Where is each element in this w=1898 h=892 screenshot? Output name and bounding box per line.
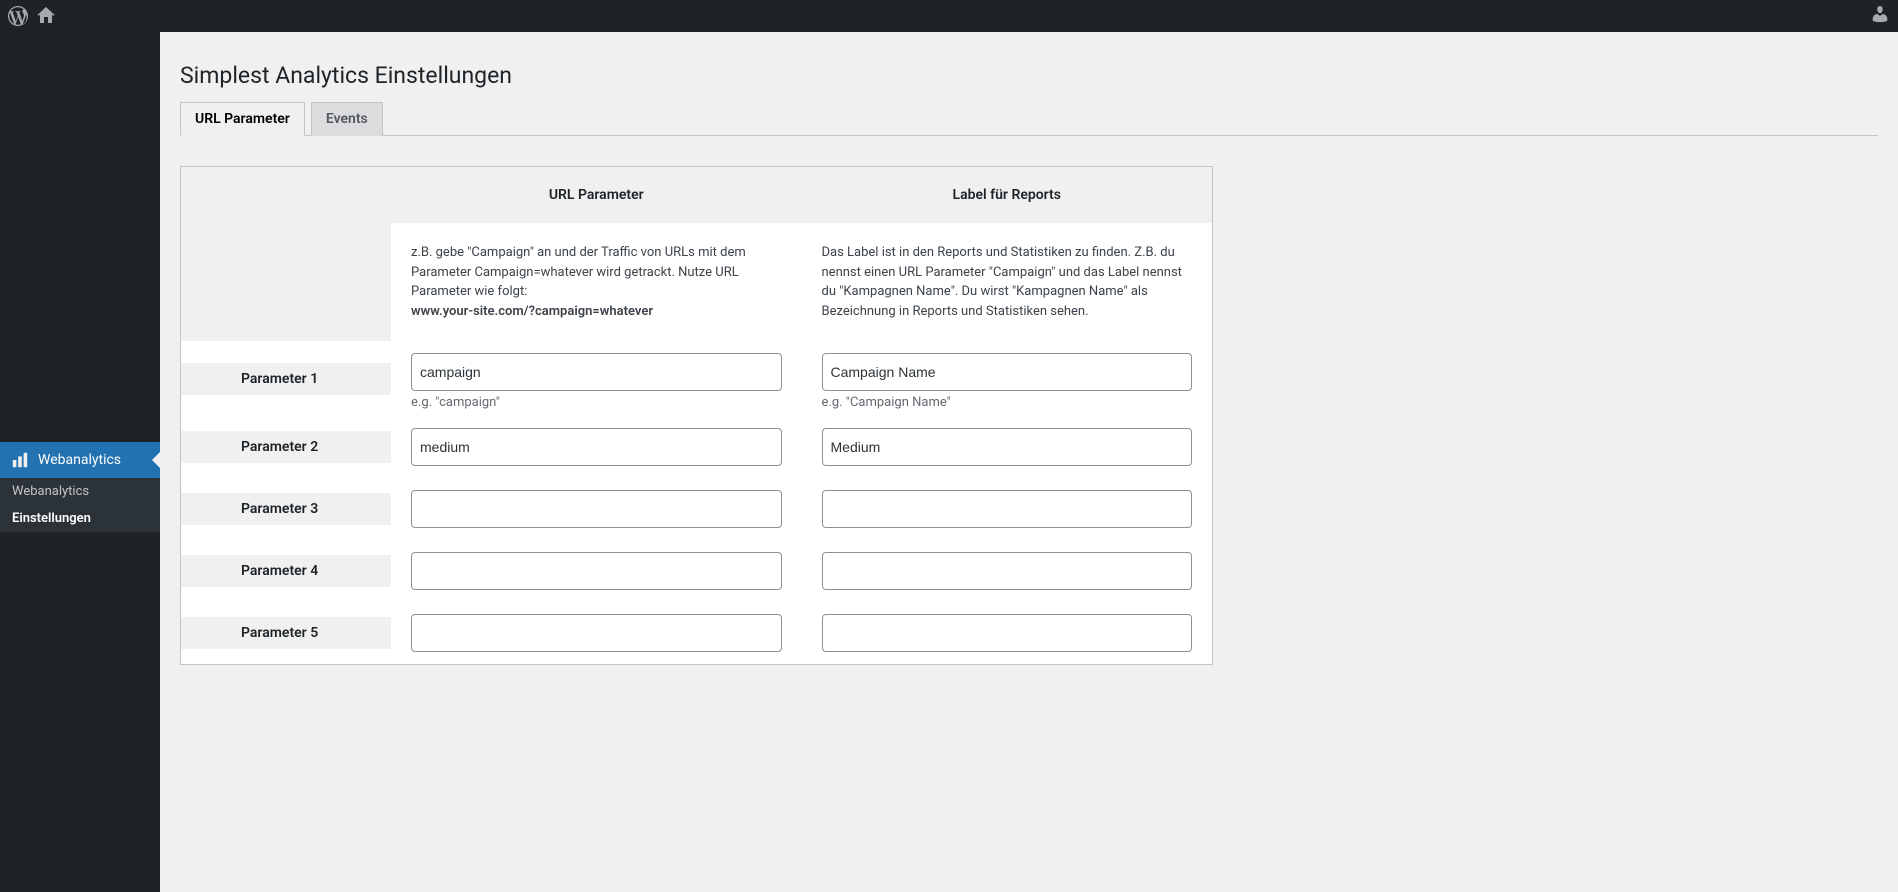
param-row-4: Parameter 4: [181, 540, 1212, 602]
tab-url-parameter[interactable]: URL Parameter: [180, 102, 305, 136]
settings-panel: URL Parameter Label für Reports z.B. geb…: [180, 166, 1213, 665]
param-5-url-input[interactable]: [411, 614, 782, 652]
admin-sidebar: Webanalytics Webanalytics Einstellungen: [0, 32, 160, 892]
home-icon[interactable]: [36, 6, 56, 26]
page-title: Simplest Analytics Einstellungen: [180, 62, 1878, 89]
param-1-label-input[interactable]: [822, 353, 1193, 391]
sidebar-item-label: Webanalytics: [38, 452, 121, 468]
content-area: Simplest Analytics Einstellungen URL Par…: [160, 32, 1898, 892]
tab-events[interactable]: Events: [311, 102, 383, 136]
column-header-label: Label für Reports: [802, 167, 1213, 223]
param-row-3: Parameter 3: [181, 478, 1212, 540]
param-1-label-hint: e.g. "Campaign Name": [822, 395, 1193, 410]
param-3-url-input[interactable]: [411, 490, 782, 528]
param-row-label: Parameter 4: [181, 555, 391, 587]
param-2-url-input[interactable]: [411, 428, 782, 466]
param-row-2: Parameter 2: [181, 416, 1212, 478]
param-2-label-input[interactable]: [822, 428, 1193, 466]
param-row-label: Parameter 5: [181, 617, 391, 649]
settings-description-row: z.B. gebe "Campaign" an und der Traffic …: [181, 223, 1212, 341]
label-description: Das Label ist in den Reports und Statist…: [822, 243, 1193, 321]
param-3-label-input[interactable]: [822, 490, 1193, 528]
admin-bar: [0, 0, 1898, 32]
settings-header-row: URL Parameter Label für Reports: [181, 167, 1212, 223]
sidebar-item-webanalytics[interactable]: Webanalytics: [0, 442, 160, 478]
param-1-url-hint: e.g. "campaign": [411, 395, 782, 410]
param-row-label: Parameter 2: [181, 431, 391, 463]
sidebar-subitem-webanalytics[interactable]: Webanalytics: [0, 478, 160, 505]
param-1-url-input[interactable]: [411, 353, 782, 391]
param-row-1: Parameter 1 e.g. "campaign" e.g. "Campai…: [181, 341, 1212, 416]
param-row-label: Parameter 3: [181, 493, 391, 525]
tab-bar: URL Parameter Events: [180, 101, 1878, 136]
param-4-url-input[interactable]: [411, 552, 782, 590]
param-row-5: Parameter 5: [181, 602, 1212, 664]
sidebar-submenu: Webanalytics Einstellungen: [0, 478, 160, 532]
sidebar-subitem-einstellungen[interactable]: Einstellungen: [0, 505, 160, 532]
param-5-label-input[interactable]: [822, 614, 1193, 652]
wordpress-logo-icon[interactable]: [8, 6, 28, 26]
param-row-label: Parameter 1: [181, 363, 391, 395]
user-icon[interactable]: [1870, 4, 1890, 24]
column-header-url-parameter: URL Parameter: [391, 167, 802, 223]
param-4-label-input[interactable]: [822, 552, 1193, 590]
bar-chart-icon: [10, 450, 30, 470]
url-param-description: z.B. gebe "Campaign" an und der Traffic …: [411, 243, 782, 321]
example-url: www.your-site.com/?campaign=whatever: [411, 304, 653, 319]
